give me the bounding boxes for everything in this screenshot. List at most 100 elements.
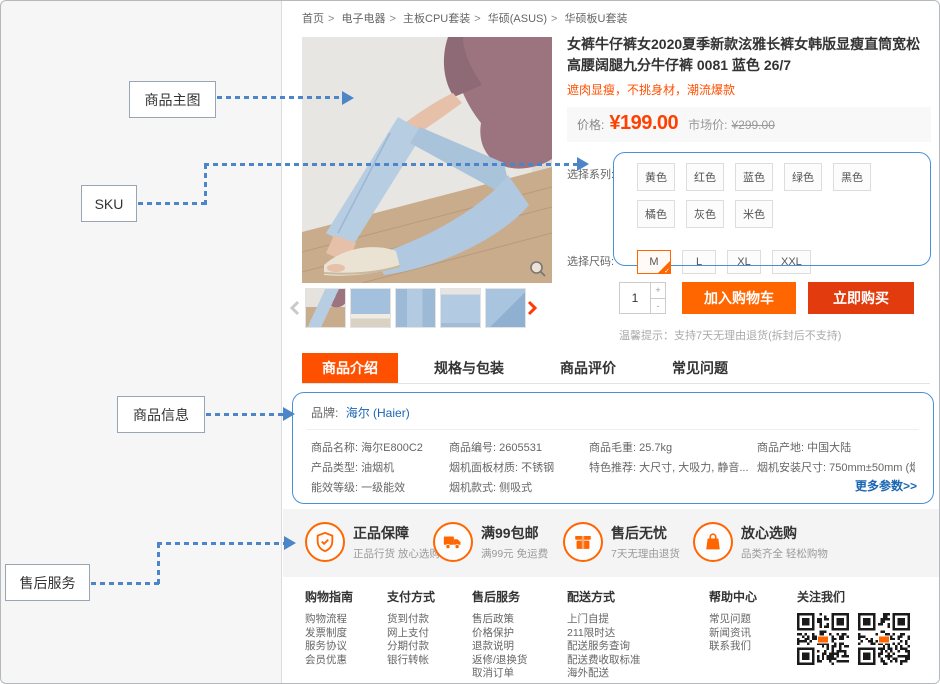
service-guarantee-band: 正品保障 正品行货 放心选购 满99包邮 满99元 免运费 [283, 509, 939, 577]
footer-col-help-center: 帮助中心 常见问题 新闻资讯 联系我们 [709, 588, 757, 654]
footer-link[interactable]: 会员优惠 [305, 654, 353, 668]
service-genuine: 正品保障 正品行货 放心选购 [305, 522, 440, 562]
thumbnail-2[interactable] [350, 288, 391, 328]
footer-col-payment: 支付方式 货到付款 网上支付 分期付款 银行转帐 [387, 588, 435, 667]
footer-link[interactable]: 分期付款 [387, 640, 435, 654]
series-option[interactable]: 橘色 [637, 200, 675, 228]
size-option[interactable]: XXL [772, 250, 811, 274]
annotation-main-image: 商品主图 [129, 81, 216, 118]
footer-link[interactable]: 退款说明 [472, 640, 527, 654]
series-option[interactable]: 黑色 [833, 163, 871, 191]
add-to-cart-button[interactable]: 加入购物车 [682, 282, 796, 314]
series-option[interactable]: 红色 [686, 163, 724, 191]
product-info-box: 品牌: 海尔 (Haier) 商品名称: 海尔E800C2 商品编号: 2605… [292, 392, 934, 504]
bag-icon [693, 522, 733, 562]
footer-link[interactable]: 联系我们 [709, 640, 757, 654]
service-after-sales: 售后无忧 7天无理由退货 [563, 522, 680, 562]
thumbs-prev-button[interactable] [289, 288, 301, 328]
footer-link[interactable]: 取消订单 [472, 667, 527, 681]
footer-link[interactable]: 银行转帐 [387, 654, 435, 668]
arrow-head-icon [283, 407, 295, 421]
footer-link[interactable]: 货到付款 [387, 613, 435, 627]
magnifier-icon[interactable] [529, 260, 547, 278]
thumbnail-4[interactable] [440, 288, 481, 328]
product-gallery [302, 37, 552, 328]
attribute: 烟机安装尺寸: 750mm±50mm (烟... [757, 458, 915, 478]
quantity-input[interactable] [620, 283, 650, 313]
shield-icon [305, 522, 345, 562]
footer-link[interactable]: 海外配送 [567, 667, 641, 681]
diagram-frame: 首页> 电子电器> 主板CPU套装> 华硕(ASUS)> 华硕板U套装 [0, 0, 940, 684]
footer-link[interactable]: 返修/退换货 [472, 654, 527, 668]
thumbnail-1[interactable] [305, 288, 346, 328]
box-icon [563, 522, 603, 562]
breadcrumb-item-brand[interactable]: 华硕(ASUS) [488, 13, 547, 25]
thumbnail-3[interactable] [395, 288, 436, 328]
product-main-image[interactable] [302, 37, 552, 283]
tab-spec-packaging[interactable]: 规格与包装 [414, 353, 524, 383]
series-option[interactable]: 米色 [735, 200, 773, 228]
series-label: 选择系列: [567, 158, 623, 182]
size-option[interactable]: XL [727, 250, 761, 274]
footer-link[interactable]: 服务协议 [305, 640, 353, 654]
breadcrumb-separator: > [551, 13, 557, 25]
footer-link[interactable]: 发票制度 [305, 627, 353, 641]
breadcrumb-item-subcategory[interactable]: 主板CPU套装 [403, 13, 470, 25]
thumbnail-5[interactable] [485, 288, 526, 328]
product-attributes-grid: 商品名称: 海尔E800C2 商品编号: 2605531 商品毛重: 25.7k… [307, 430, 919, 498]
arrow-line [157, 543, 160, 585]
thumbs-next-button[interactable] [526, 288, 538, 328]
footer-link[interactable]: 211限时达 [567, 627, 641, 641]
series-option[interactable]: 蓝色 [735, 163, 773, 191]
footer-link[interactable]: 售后政策 [472, 613, 527, 627]
tab-reviews[interactable]: 商品评价 [540, 353, 636, 383]
thumbnail-strip [289, 288, 565, 328]
footer-link[interactable]: 配送费收取标准 [567, 654, 641, 668]
quantity-stepper: + - [619, 282, 666, 314]
market-price-label: 市场价: [688, 116, 727, 133]
quantity-decrease-button[interactable]: - [651, 299, 665, 314]
attribute: 烟机面板材质: 不锈钢 [449, 458, 581, 478]
qr-code [858, 613, 910, 665]
brand-link[interactable]: 海尔 (Haier) [346, 406, 410, 420]
tab-product-intro[interactable]: 商品介绍 [302, 353, 398, 383]
arrow-line [138, 202, 206, 205]
breadcrumb: 首页> 电子电器> 主板CPU套装> 华硕(ASUS)> 华硕板U套装 [302, 10, 627, 26]
product-summary: 女裤牛仔裤女2020夏季新款泫雅长裤女韩版显瘦直筒宽松高腰阔腿九分牛仔裤 008… [567, 34, 931, 343]
qr-code [797, 613, 849, 665]
series-option[interactable]: 灰色 [686, 200, 724, 228]
size-label: 选择尺码: [567, 245, 623, 269]
footer-col-follow-us: 关注我们 [797, 588, 919, 665]
size-option-selected[interactable]: M ✓ [637, 250, 671, 274]
footer-link[interactable]: 配送服务查询 [567, 640, 641, 654]
model-photo-illustration [302, 37, 552, 283]
product-page-panel: 首页> 电子电器> 主板CPU套装> 华硕(ASUS)> 华硕板U套装 [281, 1, 939, 683]
breadcrumb-item-category[interactable]: 电子电器 [342, 13, 386, 25]
product-selling-point: 遮肉显瘦，不挑身材，潮流爆款 [567, 81, 931, 98]
purchase-row: + - 加入购物车 立即购买 [619, 282, 931, 314]
footer-link[interactable]: 新闻资讯 [709, 627, 757, 641]
footer-link[interactable]: 常见问题 [709, 613, 757, 627]
current-price: ¥199.00 [609, 112, 678, 135]
attribute: 烟机款式: 侧吸式 [449, 478, 581, 498]
tab-faq[interactable]: 常见问题 [652, 353, 748, 383]
attribute: 能效等级: 一级能效 [311, 478, 441, 498]
series-option[interactable]: 黄色 [637, 163, 675, 191]
footer-link[interactable]: 网上支付 [387, 627, 435, 641]
more-params-link[interactable]: 更多参数>> [855, 477, 917, 494]
quantity-increase-button[interactable]: + [651, 283, 665, 299]
footer-link[interactable]: 购物流程 [305, 613, 353, 627]
breadcrumb-item-home[interactable]: 首页 [302, 13, 324, 25]
purchase-tip: 温馨提示：支持7天无理由退货(拆封后不支持) [619, 327, 931, 343]
annotation-product-info: 商品信息 [117, 396, 205, 433]
arrow-line [217, 96, 343, 99]
series-option[interactable]: 绿色 [784, 163, 822, 191]
footer-col-delivery: 配送方式 上门自提 211限时达 配送服务查询 配送费收取标准 海外配送 [567, 588, 641, 681]
footer-link[interactable]: 上门自提 [567, 613, 641, 627]
breadcrumb-separator: > [328, 13, 334, 25]
footer-link[interactable]: 价格保护 [472, 627, 527, 641]
service-free-shipping: 满99包邮 满99元 免运费 [433, 522, 548, 562]
attribute: 商品产地: 中国大陆 [757, 438, 915, 458]
buy-now-button[interactable]: 立即购买 [808, 282, 914, 314]
size-option[interactable]: L [682, 250, 716, 274]
